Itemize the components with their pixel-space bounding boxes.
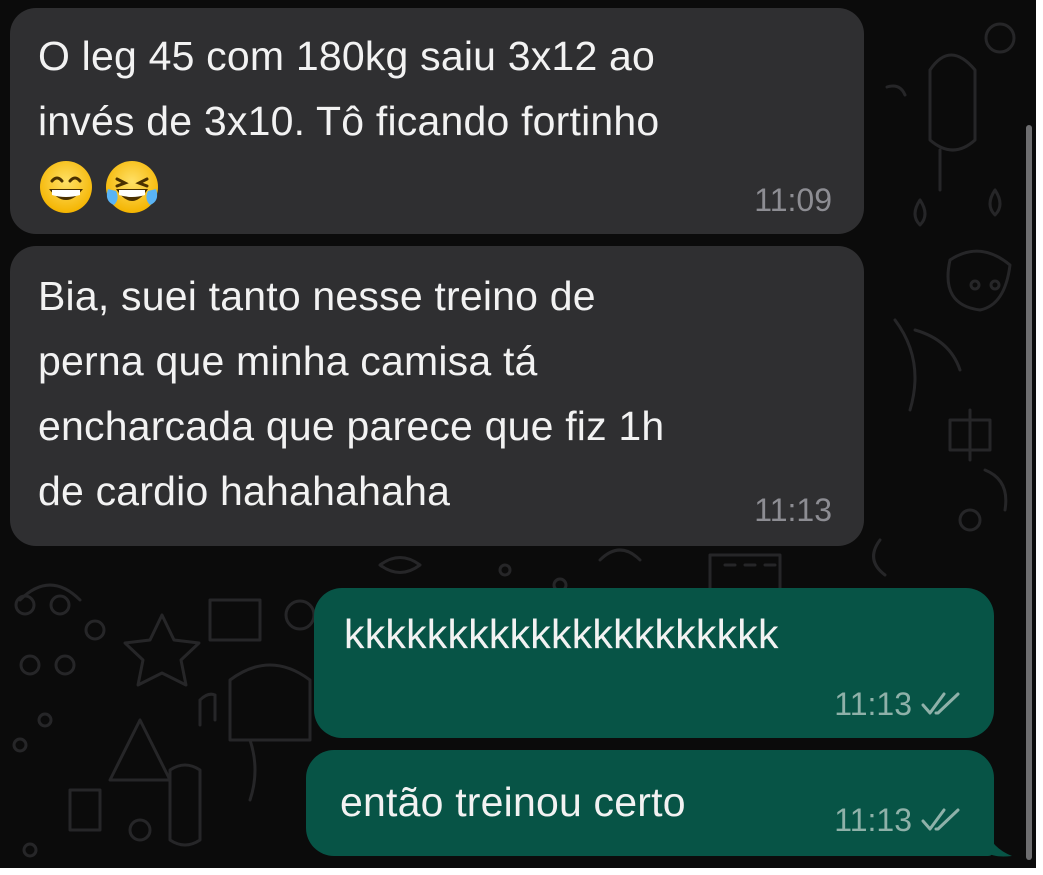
chat-area[interactable]: O leg 45 com 180kg saiu 3x12 ao invés de…	[0, 0, 1036, 868]
message-text: kkkkkkkkkkkkkkkkkkkkk	[344, 611, 779, 657]
message-timestamp: 11:13	[834, 800, 962, 840]
message-bubble-outgoing[interactable]: então treinou certo 11:13	[306, 750, 994, 856]
scrollbar[interactable]	[1026, 125, 1032, 860]
message-text: O leg 45 com 180kg saiu 3x12 ao invés de…	[38, 33, 660, 144]
double-check-icon	[921, 692, 960, 715]
message-timestamp: 11:09	[754, 182, 832, 218]
message-text: então treinou certo	[340, 779, 686, 825]
message-timestamp: 11:13	[754, 492, 832, 528]
face-with-tears-of-joy-icon	[106, 161, 158, 213]
message-text: Bia, suei tanto nesse treino de perna qu…	[38, 273, 665, 514]
message-bubble-outgoing[interactable]: kkkkkkkkkkkkkkkkkkkkk 11:13	[314, 588, 994, 738]
double-check-icon	[921, 808, 960, 831]
message-timestamp: 11:13	[834, 684, 962, 724]
grinning-face-with-smiling-eyes-icon	[40, 161, 92, 213]
bubble-tail	[986, 830, 1012, 857]
message-bubble-incoming[interactable]: O leg 45 com 180kg saiu 3x12 ao invés de…	[10, 8, 864, 234]
message-bubble-incoming[interactable]: Bia, suei tanto nesse treino de perna qu…	[10, 246, 864, 546]
message-emojis	[38, 159, 170, 215]
